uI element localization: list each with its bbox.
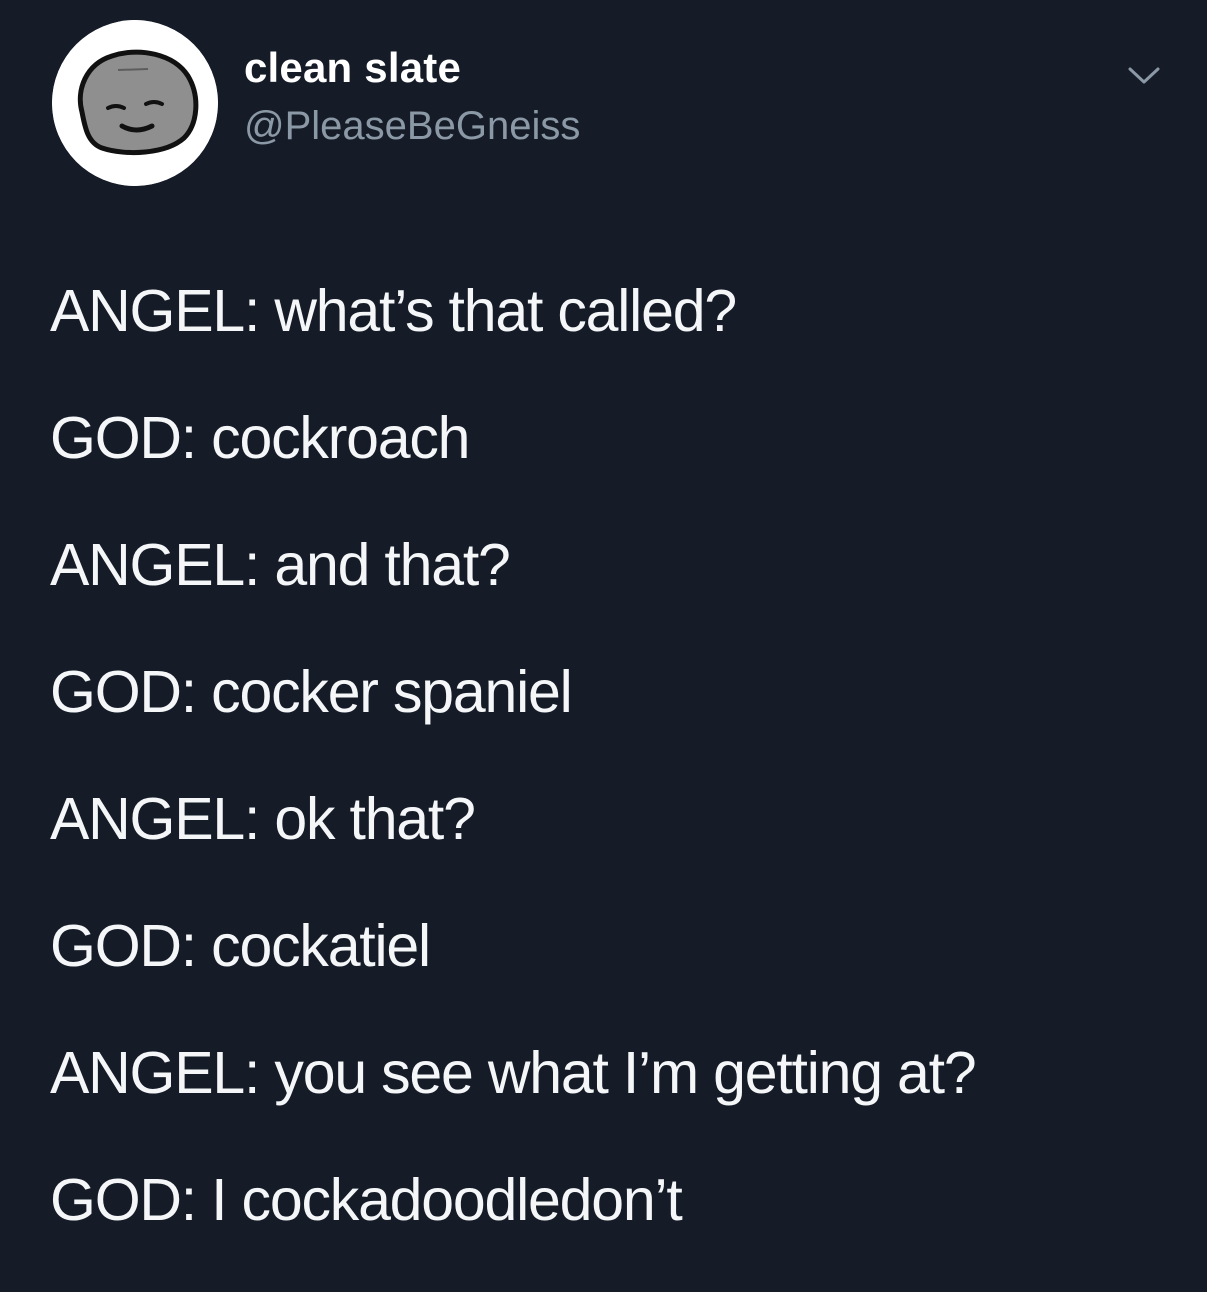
tweet-line-2: GOD: cockroach [50,405,470,471]
tweet-line-8: GOD: I cockadoodledon’t [50,1167,683,1233]
tweet-line-3: ANGEL: and that? [50,532,511,598]
tweet-line-4: GOD: cocker spaniel [50,659,573,725]
tweet-line-6: GOD: cockatiel [50,913,431,979]
chevron-down-icon[interactable] [1122,54,1166,98]
rock-face-icon [52,20,218,186]
user-handle[interactable]: @PleaseBeGneiss [244,104,580,149]
avatar[interactable] [52,20,218,186]
tweet-line-5: ANGEL: ok that? [50,786,476,852]
tweet-line-1: ANGEL: what’s that called? [50,278,737,344]
tweet-text: ANGEL: what’s that called? GOD: cockroac… [50,276,1170,1292]
tweet-line-7: ANGEL: you see what I’m getting at? [50,1040,977,1106]
display-name[interactable]: clean slate [244,44,461,92]
tweet-card: clean slate @PleaseBeGneiss ANGEL: what’… [0,0,1207,1292]
